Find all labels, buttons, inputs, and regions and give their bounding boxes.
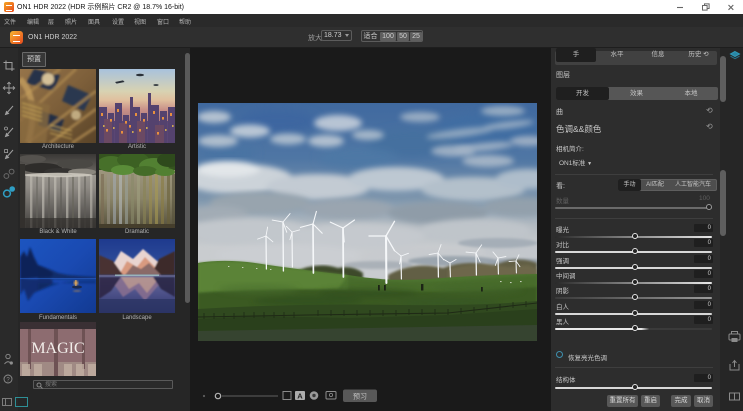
svg-text:A: A <box>297 391 303 400</box>
svg-text:预习: 预习 <box>353 391 367 400</box>
svg-text:MAGIC: MAGIC <box>31 340 84 357</box>
